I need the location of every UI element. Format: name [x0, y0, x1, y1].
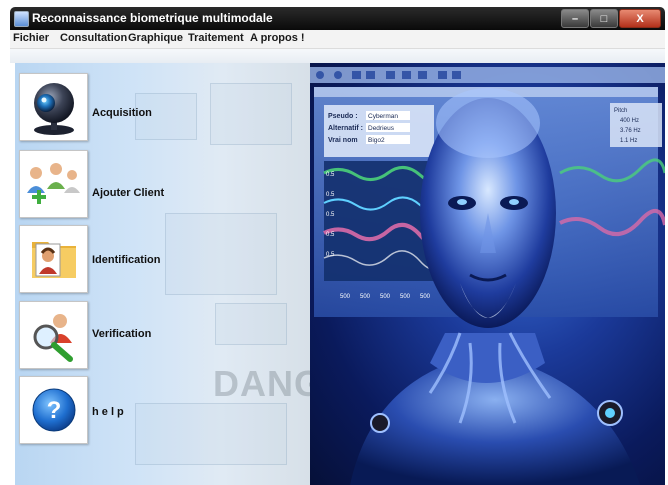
scale-number: 500 — [420, 294, 431, 300]
panel-label-pseudo: Pseudo : — [328, 113, 358, 120]
add-client-button[interactable] — [19, 150, 88, 218]
background-shape — [215, 303, 287, 345]
background-shape — [165, 213, 277, 295]
acquisition-label: Acquisition — [92, 107, 152, 119]
maximize-button[interactable]: □ — [590, 9, 618, 28]
scale-number: 500 — [400, 294, 411, 300]
readout-value: Pitch — [614, 108, 627, 114]
add-client-label: Ajouter Client — [92, 187, 165, 199]
menu-graphique[interactable]: Graphique — [128, 32, 183, 44]
main-content: DANGE Acquisition — [10, 49, 665, 485]
app-icon — [14, 11, 29, 27]
track-number: 0.5 — [326, 252, 335, 258]
help-button[interactable]: ? — [19, 376, 88, 444]
panel-label-vrai-nom: Vrai nom — [328, 137, 358, 144]
track-number: 0.5 — [326, 192, 335, 198]
panel-label-alternatif: Alternatif : — [328, 125, 363, 132]
help-label: h e l p — [92, 406, 124, 418]
id-folder-icon — [31, 242, 76, 278]
top-strip — [10, 49, 665, 63]
cyborg-illustration: Pseudo : Cyberman Alternatif : Dedrieus … — [310, 67, 665, 485]
verification-button[interactable] — [19, 301, 88, 369]
background-shape — [135, 403, 287, 465]
panel-value-pseudo: Cyberman — [368, 113, 398, 120]
panel-value-vrai-nom: Bigo2 — [368, 137, 385, 144]
acquisition-button[interactable] — [19, 73, 88, 141]
add-users-icon — [26, 163, 80, 204]
window-title: Reconnaissance biometrique multimodale — [32, 11, 273, 25]
verification-label: Verification — [92, 328, 152, 340]
readout-value: 1.1 Hz — [620, 138, 637, 144]
readout-value: 3.76 Hz — [620, 128, 641, 134]
readout-value: 400 Hz — [620, 118, 639, 124]
track-number: 0.5 — [326, 232, 335, 238]
track-number: 0.5 — [326, 212, 335, 218]
background-shape — [210, 83, 292, 145]
menu-a-propos[interactable]: A propos ! — [250, 32, 305, 44]
help-icon: ? — [32, 388, 75, 432]
scale-number: 500 — [360, 294, 371, 300]
menu-fichier[interactable]: Fichier — [13, 32, 49, 44]
watermark-text: DANGE — [213, 363, 310, 404]
sidebar-panel: DANGE Acquisition — [15, 63, 310, 485]
scale-number: 500 — [340, 294, 351, 300]
svg-text:?: ? — [46, 397, 61, 424]
window-controls: – □ X — [560, 9, 661, 28]
close-button[interactable]: X — [619, 9, 661, 28]
minimize-button[interactable]: – — [561, 9, 589, 28]
hero-image: Pseudo : Cyberman Alternatif : Dedrieus … — [310, 63, 665, 485]
menu-consultation[interactable]: Consultation — [60, 32, 127, 44]
menu-traitement[interactable]: Traitement — [188, 32, 244, 44]
magnifier-user-icon — [33, 314, 73, 362]
panel-value-alternatif: Dedrieus — [368, 125, 395, 132]
window-titlebar: Reconnaissance biometrique multimodale –… — [10, 7, 665, 30]
webcam-icon — [33, 83, 74, 135]
identification-label: Identification — [92, 254, 161, 266]
menu-bar: Fichier Consultation Graphique Traitemen… — [10, 30, 665, 49]
track-number: 0.5 — [326, 172, 335, 178]
scale-number: 500 — [380, 294, 391, 300]
identification-button[interactable] — [19, 225, 88, 293]
